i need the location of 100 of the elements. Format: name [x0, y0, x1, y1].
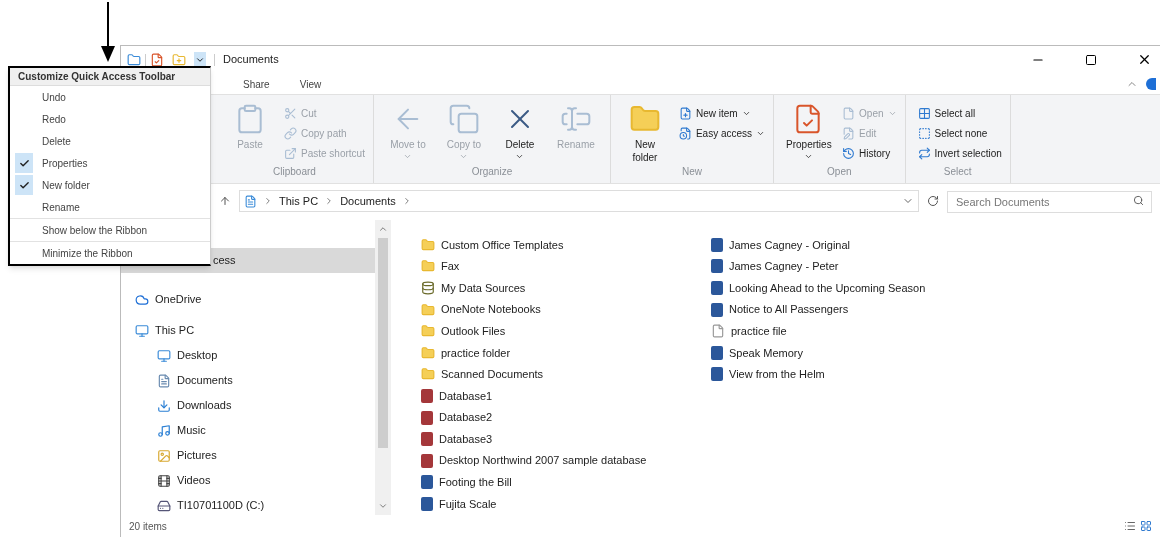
ribbon-button[interactable]: Easy access [678, 123, 766, 143]
document-file-icon [711, 237, 723, 252]
link-icon [284, 126, 297, 140]
drive-icon [157, 498, 171, 513]
document-file-icon [711, 259, 723, 274]
nav-item[interactable]: Pictures [121, 443, 375, 468]
ribbon-tab[interactable]: Share [231, 74, 282, 94]
folder-icon [421, 302, 435, 317]
checked-document-icon[interactable] [150, 52, 164, 67]
search-icon [1133, 195, 1144, 206]
history-icon [842, 146, 856, 160]
ribbon-button[interactable]: Select none [917, 123, 1002, 143]
menu-item[interactable]: Properties [10, 152, 210, 174]
details-view-icon[interactable] [1124, 520, 1136, 532]
edit-icon [842, 126, 856, 140]
file-item[interactable]: Desktop Northwind 2007 sample database [421, 449, 661, 472]
menu-item[interactable]: Redo [10, 108, 210, 130]
search-field[interactable]: Search Documents [947, 191, 1152, 213]
dashed-square-icon [917, 126, 931, 140]
ribbon-button[interactable]: Properties [782, 103, 835, 161]
document-file-icon [421, 475, 433, 490]
nav-item[interactable]: OneDrive [121, 287, 375, 312]
menu-item[interactable]: Undo [10, 86, 210, 108]
file-item[interactable]: Notice to All Passengers [711, 298, 951, 321]
swap-icon [917, 146, 931, 160]
folder-icon[interactable] [127, 52, 141, 67]
download-icon [157, 398, 171, 413]
tiles-view-icon[interactable] [1140, 520, 1152, 532]
file-item[interactable]: Fujita Scale [421, 493, 661, 515]
picture-icon [157, 448, 171, 463]
toolbar-dropdown[interactable] [194, 51, 206, 68]
file-icon [678, 126, 692, 140]
scrollbar[interactable] [375, 220, 391, 515]
menu-item[interactable]: New folder [10, 174, 210, 196]
nav-item[interactable]: Videos [121, 468, 375, 493]
menu-item[interactable]: Delete [10, 130, 210, 152]
file-item[interactable]: practice file [711, 320, 951, 342]
menu-item[interactable]: Show below the Ribbon [10, 219, 210, 241]
nav-item[interactable]: Documents [121, 368, 375, 393]
file-item[interactable]: Looking Ahead to the Upcoming Season [711, 277, 951, 299]
file-item[interactable]: practice folder [421, 341, 661, 364]
database-file-icon [421, 432, 433, 447]
file-item[interactable]: My Data Sources [421, 277, 661, 299]
nav-item[interactable]: Downloads [121, 393, 375, 418]
breadcrumb[interactable]: Documents [340, 192, 396, 210]
file-item[interactable]: View from the Helm [711, 363, 951, 386]
file-item[interactable]: OneNote Notebooks [421, 298, 661, 321]
document-icon [157, 373, 171, 388]
file-item[interactable]: Database3 [421, 428, 661, 450]
database-file-icon [421, 388, 433, 403]
file-item[interactable]: Footing the Bill [421, 471, 661, 494]
folder-icon [421, 237, 435, 252]
ribbon-button[interactable]: Select all [917, 103, 1002, 123]
folder-icon[interactable] [172, 52, 186, 67]
document-file-icon [711, 302, 723, 317]
scroll-up-icon[interactable] [378, 224, 388, 234]
ribbon-button[interactable]: New folder [618, 103, 671, 164]
close-icon[interactable] [1137, 52, 1152, 67]
group-label: Select [942, 165, 973, 179]
help-icon[interactable] [1146, 78, 1156, 90]
address-bar[interactable]: This PC Documents [239, 190, 919, 212]
nav-item[interactable]: This PC [121, 318, 375, 343]
ribbon-button[interactable]: Delete [493, 103, 546, 161]
nav-item[interactable]: Desktop [121, 343, 375, 368]
file-icon [842, 106, 856, 120]
refresh-icon[interactable] [927, 195, 939, 207]
ribbon-tab[interactable]: View [287, 74, 334, 94]
scroll-down-icon[interactable] [378, 501, 388, 511]
menu-item[interactable]: Minimize the Ribbon [10, 242, 210, 264]
pointer-arrow [101, 2, 115, 62]
ribbon-button[interactable]: Invert selection [917, 143, 1002, 163]
breadcrumb[interactable]: This PC [279, 192, 319, 210]
file-item[interactable]: James Cagney - Peter [711, 255, 951, 278]
menu-title: Customize Quick Access Toolbar [10, 68, 210, 86]
file-item[interactable]: James Cagney - Original [711, 234, 951, 256]
file-item[interactable]: Scanned Documents [421, 363, 661, 386]
file-item[interactable]: Fax [421, 255, 661, 278]
nav-item[interactable]: TI10701100D (C:) [121, 493, 375, 518]
menu-item[interactable]: Rename [10, 196, 210, 218]
group-label: Clipboard [272, 165, 317, 179]
folder-icon [421, 345, 435, 360]
document-icon [244, 194, 257, 208]
scissors-icon [284, 106, 297, 120]
ribbon-button[interactable]: New item [678, 103, 766, 123]
document-file-icon [711, 281, 723, 295]
file-item[interactable]: Custom Office Templates [421, 234, 661, 256]
group-label: New [681, 165, 703, 179]
maximize-icon[interactable] [1085, 53, 1097, 66]
desktop-icon [157, 348, 171, 363]
up-icon[interactable] [219, 195, 231, 207]
nav-item[interactable]: Music [121, 418, 375, 443]
folder-icon [421, 324, 435, 339]
file-item[interactable]: Speak Memory [711, 341, 951, 364]
folder-icon [421, 259, 435, 274]
file-item[interactable]: Database2 [421, 406, 661, 429]
computer-icon [135, 323, 149, 338]
ribbon-button[interactable]: History [842, 143, 897, 163]
file-item[interactable]: Database1 [421, 385, 661, 407]
file-item[interactable]: Outlook Files [421, 320, 661, 342]
database-icon [421, 281, 435, 295]
